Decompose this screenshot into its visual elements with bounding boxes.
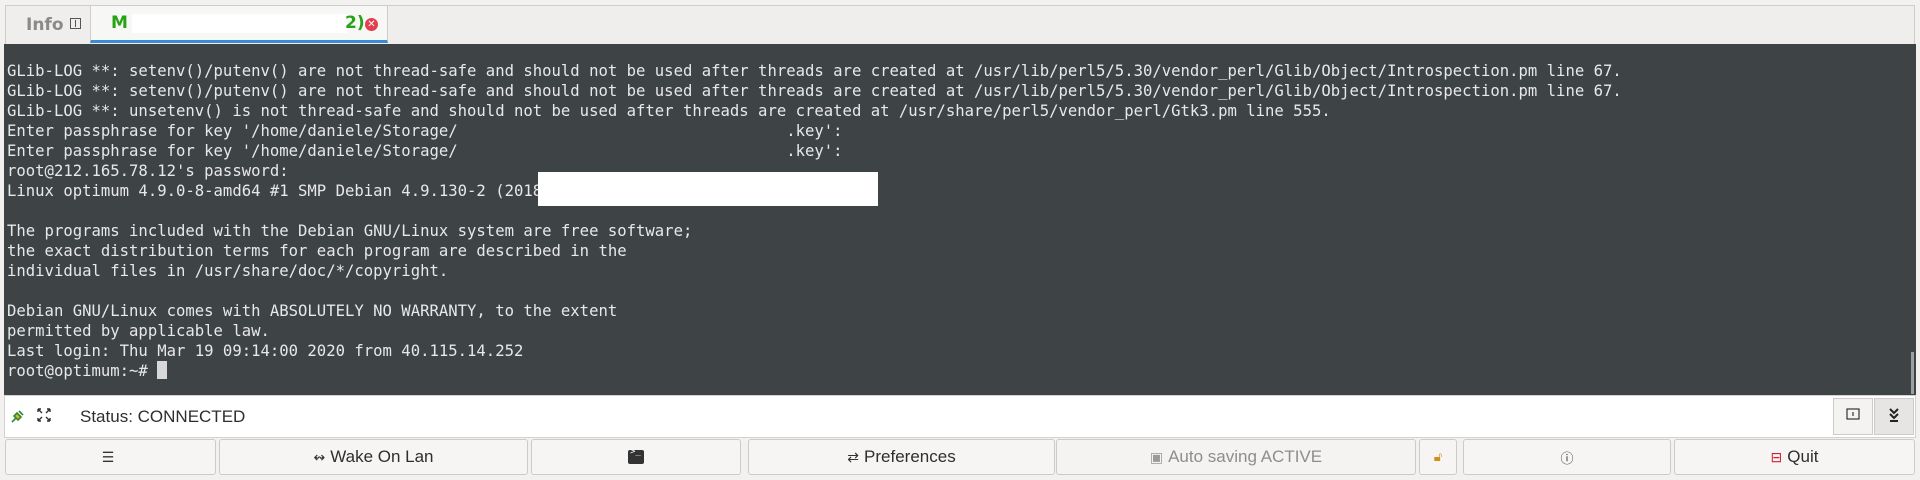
scroll-to-bottom-button[interactable] [1874, 398, 1914, 435]
wake-on-lan-button[interactable]: ↭ Wake On Lan [219, 439, 528, 475]
tab-info-label: Info [26, 14, 64, 35]
quit-button[interactable]: ⊟ Quit [1674, 439, 1915, 475]
terminal-line: The programs included with the Debian GN… [7, 222, 693, 240]
tab-info[interactable]: Info [6, 6, 88, 43]
sliders-icon: ⇄ [847, 448, 860, 465]
terminal-line: GLib-LOG **: unsetenv() is not thread-sa… [7, 102, 1331, 120]
preferences-label: Preferences [864, 447, 956, 466]
terminal-line: Debian GNU/Linux comes with ABSOLUTELY N… [7, 302, 618, 320]
hamburger-icon: ☰ [101, 448, 115, 465]
terminal-output[interactable]: GLib-LOG **: setenv()/putenv() are not t… [4, 44, 1916, 395]
terminal-line: GLib-LOG **: setenv()/putenv() are not t… [7, 82, 1622, 100]
terminal-line: permitted by applicable law. [7, 322, 270, 340]
terminal-line: Linux optimum 4.9.0-8-amd64 #1 SMP Debia… [7, 182, 674, 200]
terminal-cursor [157, 361, 168, 379]
connection-status: Status: CONNECTED [80, 407, 246, 426]
redacted-region [538, 172, 878, 206]
status-bar: Status: CONNECTED [4, 395, 1916, 438]
bottom-toolbar: ☰ ↭ Wake On Lan ⇄ Preferences ▣ Auto sav… [0, 439, 1920, 480]
arrows-icon: ↭ [313, 448, 326, 465]
terminal-button[interactable] [531, 439, 741, 475]
scroll-to-bottom-icon [1887, 407, 1901, 427]
close-icon[interactable]: ✕ [365, 18, 378, 31]
terminal-line: Enter passphrase for key '/home/daniele/… [7, 142, 843, 160]
auto-saving-button[interactable]: ▣ Auto saving ACTIVE [1056, 439, 1416, 475]
tab-connection-label-suffix: 2) [345, 13, 365, 33]
fullscreen-icon[interactable] [35, 408, 53, 426]
terminal-scrollbar[interactable] [1911, 352, 1914, 394]
plug-icon[interactable] [9, 408, 27, 426]
terminal-prompt-line: root@optimum:~# [7, 361, 1916, 381]
tab-bar: Info M 2) ✕ [0, 0, 1920, 44]
tab-connection[interactable]: M 2) ✕ [90, 6, 388, 43]
quit-label: Quit [1787, 447, 1819, 466]
terminal-lines: GLib-LOG **: setenv()/putenv() are not t… [7, 61, 1916, 361]
info-icon: ⓘ [1560, 450, 1574, 466]
info-box-icon [69, 18, 81, 29]
wake-on-lan-label: Wake On Lan [330, 447, 434, 466]
terminal-line: the exact distribution terms for each pr… [7, 242, 627, 260]
terminal-line: individual files in /usr/share/doc/*/cop… [7, 262, 449, 280]
preferences-button[interactable]: ⇄ Preferences [748, 439, 1055, 475]
quit-icon: ⊟ [1770, 448, 1783, 465]
info-box-icon [1846, 407, 1860, 426]
terminal-line: Last login: Thu Mar 19 09:14:00 2020 fro… [7, 342, 524, 360]
tab-connection-label-prefix: M [111, 13, 128, 33]
terminal-icon [628, 447, 644, 464]
menu-button[interactable]: ☰ [5, 439, 216, 475]
info-panel-button[interactable] [1833, 398, 1873, 435]
terminal-line: Enter passphrase for key '/home/daniele/… [7, 122, 843, 140]
lock-icon: 🔓︎ [1433, 449, 1443, 464]
about-button[interactable]: ⓘ [1463, 439, 1671, 475]
save-icon: ▣ [1149, 448, 1164, 465]
terminal-prompt: root@optimum:~# [7, 362, 158, 380]
redacted-region [132, 14, 347, 33]
auto-saving-label: Auto saving ACTIVE [1168, 447, 1323, 466]
terminal-line: root@212.165.78.12's password: [7, 162, 289, 180]
terminal-line: GLib-LOG **: setenv()/putenv() are not t… [7, 62, 1622, 80]
lock-button[interactable]: 🔓︎ [1419, 439, 1457, 475]
